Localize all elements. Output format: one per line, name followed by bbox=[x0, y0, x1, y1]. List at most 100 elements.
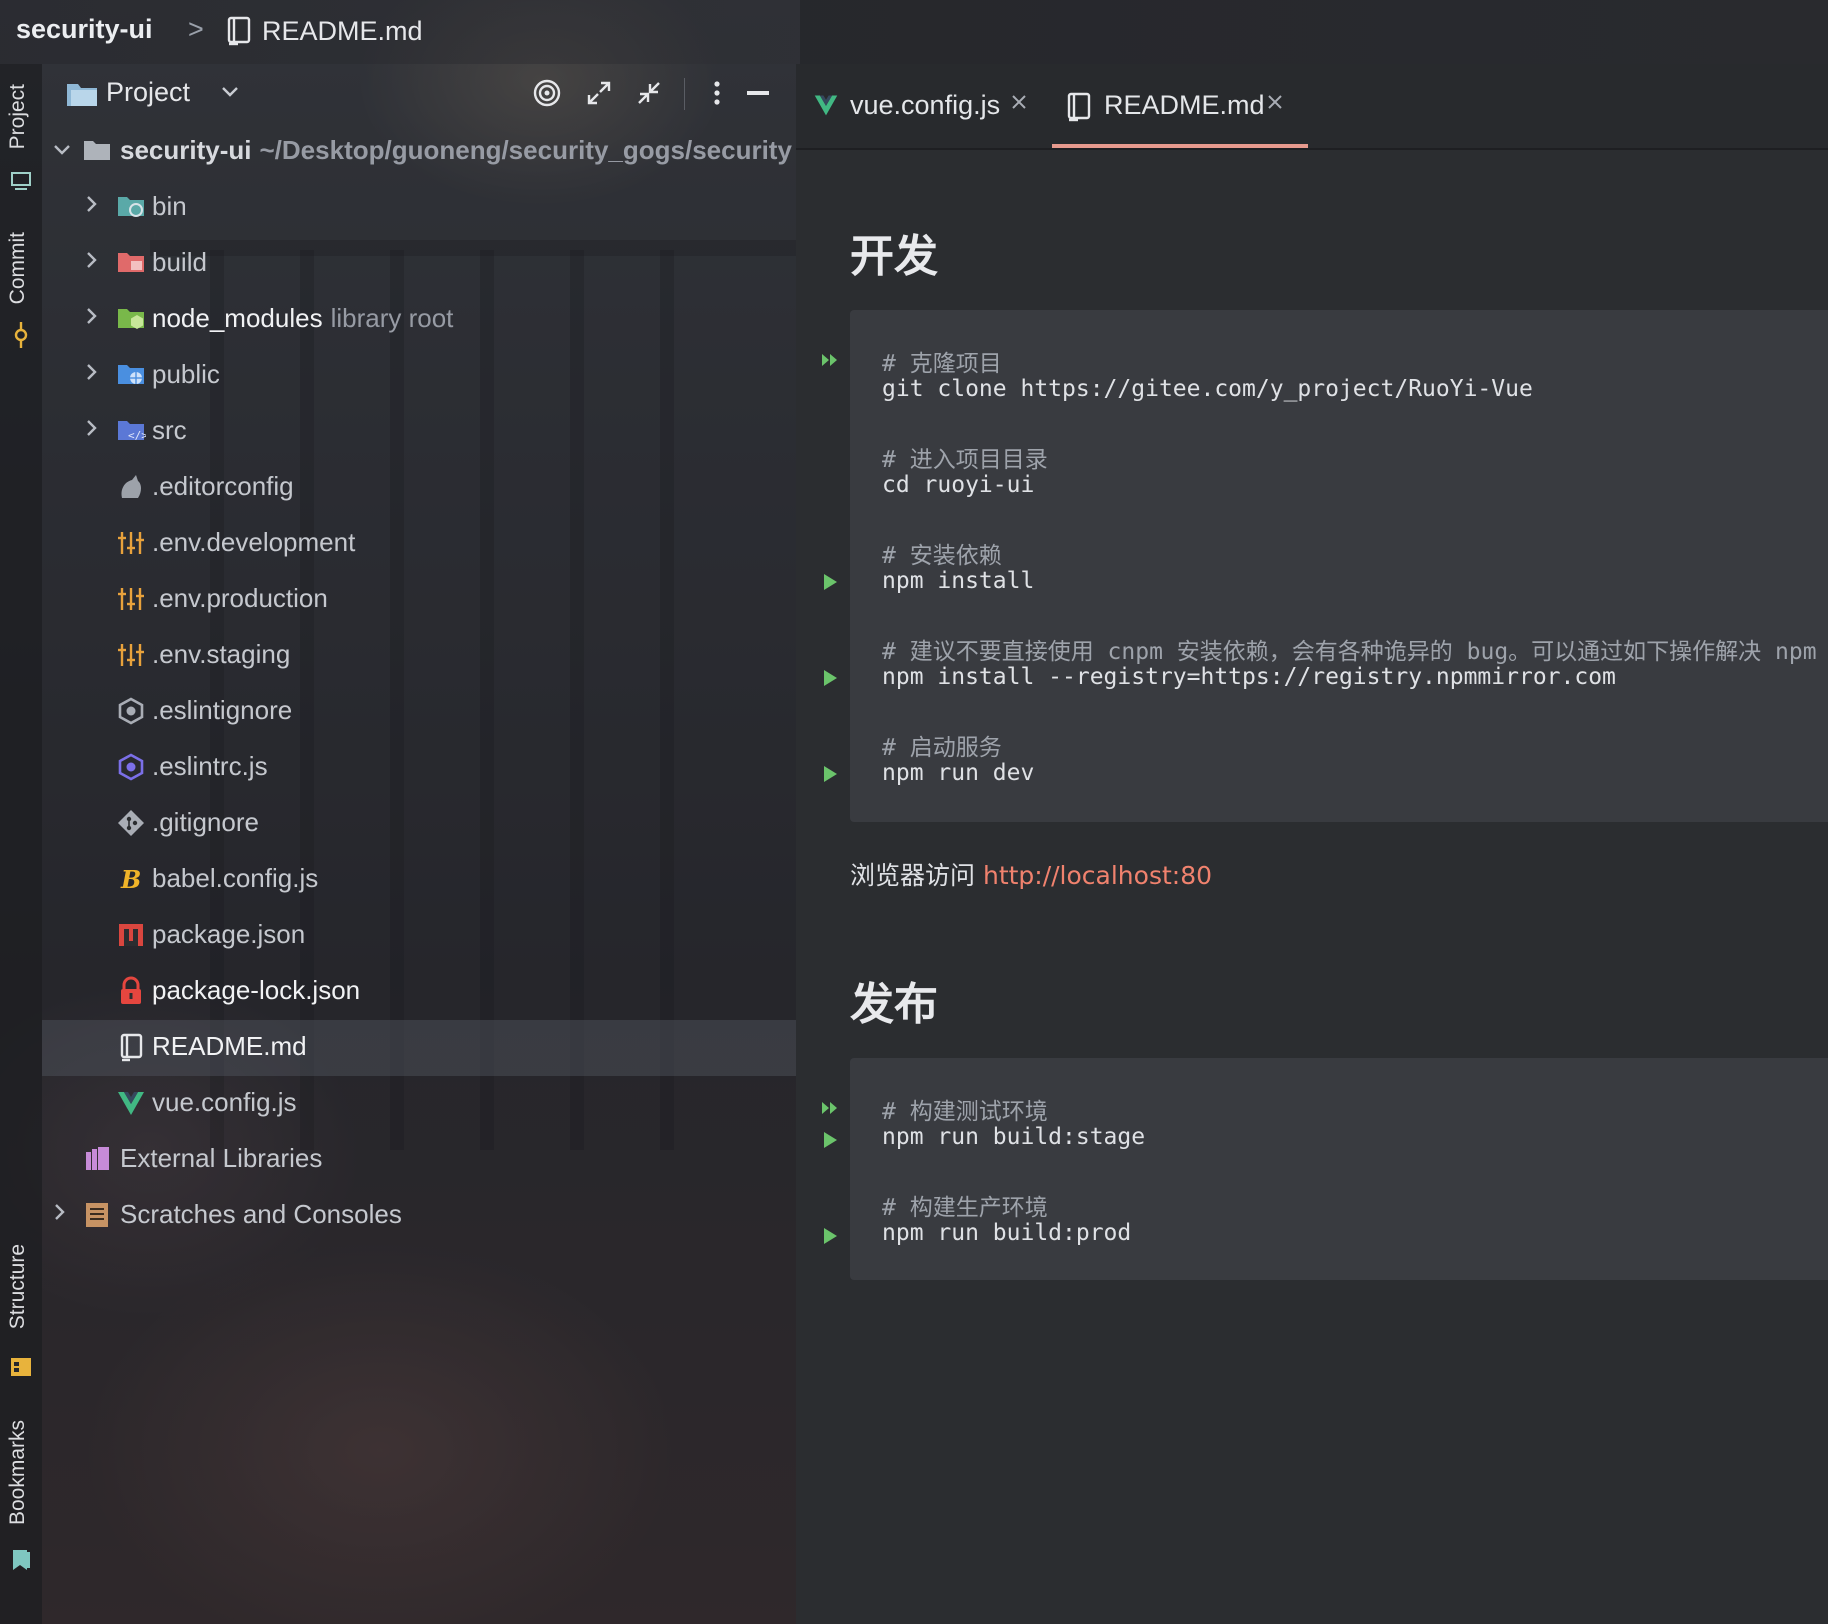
chevron-right-icon[interactable] bbox=[52, 1202, 66, 1228]
bookmark-icon[interactable] bbox=[10, 1548, 32, 1577]
tool-tab-project[interactable]: Project bbox=[6, 84, 30, 149]
tab-bar-divider bbox=[796, 148, 1828, 150]
vue-icon bbox=[116, 1088, 146, 1118]
code-line: npm run build:stage bbox=[882, 1124, 1146, 1150]
run-icon[interactable] bbox=[820, 572, 840, 592]
tree-root-name: security-ui bbox=[120, 135, 252, 165]
tree-item-build[interactable]: build bbox=[42, 236, 796, 292]
tree-external-libraries[interactable]: External Libraries bbox=[42, 1132, 796, 1188]
browser-access-text: 浏览器访问 bbox=[850, 861, 976, 890]
folder-src-icon: </> bbox=[116, 416, 148, 446]
chevron-right-icon[interactable] bbox=[84, 418, 98, 444]
eslint-ignore-icon bbox=[116, 696, 146, 726]
run-icon[interactable] bbox=[820, 1130, 840, 1150]
tool-tab-structure[interactable]: Structure bbox=[6, 1244, 30, 1329]
commit-icon[interactable] bbox=[10, 322, 32, 353]
code-line: # 进入项目目录 bbox=[882, 447, 1048, 473]
tree-item-label: README.md bbox=[152, 1031, 307, 1061]
code-line: cd ruoyi-ui bbox=[882, 472, 1035, 498]
locate-file-icon[interactable] bbox=[530, 76, 564, 110]
tree-item-label: build bbox=[152, 247, 207, 277]
chevron-down-icon[interactable] bbox=[220, 82, 240, 105]
code-line: git clone https://gitee.com/y_project/Ru… bbox=[882, 376, 1533, 402]
library-root-hint: library root bbox=[330, 303, 454, 333]
tree-root-row[interactable]: security-ui ~/Desktop/guoneng/security_go… bbox=[42, 124, 796, 180]
structure-icon[interactable] bbox=[10, 1356, 32, 1383]
tree-item-label: .env.staging bbox=[152, 639, 291, 669]
code-block: # 克隆项目 git clone https://gitee.com/y_pro… bbox=[850, 310, 1828, 822]
tool-tab-commit[interactable]: Commit bbox=[6, 232, 30, 304]
tree-item-package-lock[interactable]: package-lock.json bbox=[42, 964, 796, 1020]
localhost-link[interactable]: http://localhost:80 bbox=[983, 861, 1212, 890]
code-line: # 建议不要直接使用 cnpm 安装依赖，会有各种诡异的 bug。可以通过如下操… bbox=[882, 639, 1828, 665]
code-line: # 构建生产环境 bbox=[882, 1195, 1048, 1221]
tree-item-label: package-lock.json bbox=[152, 975, 361, 1005]
breadcrumb-project[interactable]: security-ui bbox=[16, 14, 153, 45]
tree-scratches-consoles[interactable]: Scratches and Consoles bbox=[42, 1188, 796, 1244]
tree-item-env-development[interactable]: .env.development bbox=[42, 516, 796, 572]
tree-item-env-production[interactable]: .env.production bbox=[42, 572, 796, 628]
run-icon[interactable] bbox=[820, 764, 840, 784]
collapse-all-icon[interactable] bbox=[632, 76, 666, 110]
tree-item-label: .eslintrc.js bbox=[152, 751, 268, 781]
tree-item-bin[interactable]: bin bbox=[42, 180, 796, 236]
tree-item-readme[interactable]: README.md bbox=[42, 1020, 796, 1076]
svg-text:</>: </> bbox=[128, 429, 146, 442]
tree-item-env-staging[interactable]: .env.staging bbox=[42, 628, 796, 684]
code-line: # 启动服务 bbox=[882, 735, 1002, 761]
tree-item-eslintignore[interactable]: .eslintignore bbox=[42, 684, 796, 740]
tree-item-public[interactable]: public bbox=[42, 348, 796, 404]
chevron-right-icon[interactable] bbox=[84, 362, 98, 388]
tree-item-label: .env.production bbox=[152, 583, 328, 613]
project-panel-header: Project bbox=[42, 64, 796, 124]
tree-item-babel-config[interactable]: B babel.config.js bbox=[42, 852, 796, 908]
tree-item-label: bin bbox=[152, 191, 187, 221]
lock-icon bbox=[116, 976, 146, 1006]
tree-item-eslintrc[interactable]: .eslintrc.js bbox=[42, 740, 796, 796]
env-icon bbox=[116, 640, 146, 670]
run-all-icon[interactable] bbox=[820, 350, 840, 370]
tree-item-package-json[interactable]: package.json bbox=[42, 908, 796, 964]
markdown-icon bbox=[116, 1032, 146, 1062]
tree-item-label: public bbox=[152, 359, 220, 389]
tree-item-gitignore[interactable]: .gitignore bbox=[42, 796, 796, 852]
tree-item-label: babel.config.js bbox=[152, 863, 319, 893]
tree-item-label: vue.config.js bbox=[152, 1087, 297, 1117]
editorconfig-icon bbox=[116, 472, 146, 502]
browser-access-line: 浏览器访问 http://localhost:80 bbox=[850, 856, 1212, 892]
tab-vue-config[interactable]: vue.config.js bbox=[812, 64, 1032, 148]
tree-item-vue-config[interactable]: vue.config.js bbox=[42, 1076, 796, 1132]
tree-item-label: src bbox=[152, 415, 187, 445]
run-icon[interactable] bbox=[820, 1226, 840, 1246]
section-heading: 开发 bbox=[850, 231, 938, 282]
folder-build-icon bbox=[116, 248, 146, 278]
chevron-down-icon[interactable] bbox=[52, 138, 72, 164]
minimize-icon[interactable] bbox=[742, 76, 776, 110]
editor-tab-bar: vue.config.js README.md bbox=[796, 64, 1828, 148]
monitor-icon[interactable] bbox=[10, 170, 32, 197]
tool-window-strip: Project Commit Structure Bookmarks bbox=[0, 64, 42, 1624]
code-line: npm install --registry=https://registry.… bbox=[882, 664, 1616, 690]
expand-all-icon[interactable] bbox=[582, 76, 616, 110]
run-all-icon[interactable] bbox=[820, 1098, 840, 1118]
more-options-icon[interactable] bbox=[700, 76, 734, 110]
chevron-right-icon[interactable] bbox=[84, 306, 98, 332]
tab-readme[interactable]: README.md bbox=[1052, 64, 1308, 148]
tree-item-node-modules[interactable]: node_modules library root bbox=[42, 292, 796, 348]
run-icon[interactable] bbox=[820, 668, 840, 688]
chevron-right-icon[interactable] bbox=[84, 194, 98, 220]
close-icon[interactable] bbox=[1266, 90, 1284, 118]
vue-icon bbox=[812, 92, 840, 123]
tree-item-src[interactable]: </> src bbox=[42, 404, 796, 460]
close-icon[interactable] bbox=[1010, 90, 1028, 118]
project-view-selector[interactable]: Project bbox=[106, 77, 190, 108]
breadcrumb-file[interactable]: README.md bbox=[262, 16, 423, 47]
chevron-right-icon[interactable] bbox=[84, 250, 98, 276]
tree-item-editorconfig[interactable]: .editorconfig bbox=[42, 460, 796, 516]
code-line: npm run dev bbox=[882, 760, 1035, 786]
code-line: npm run build:prod bbox=[882, 1220, 1132, 1246]
tree-item-label: .env.development bbox=[152, 527, 356, 557]
tool-tab-bookmarks[interactable]: Bookmarks bbox=[6, 1420, 30, 1525]
code-line: npm install bbox=[882, 568, 1035, 594]
npm-icon bbox=[116, 920, 146, 950]
